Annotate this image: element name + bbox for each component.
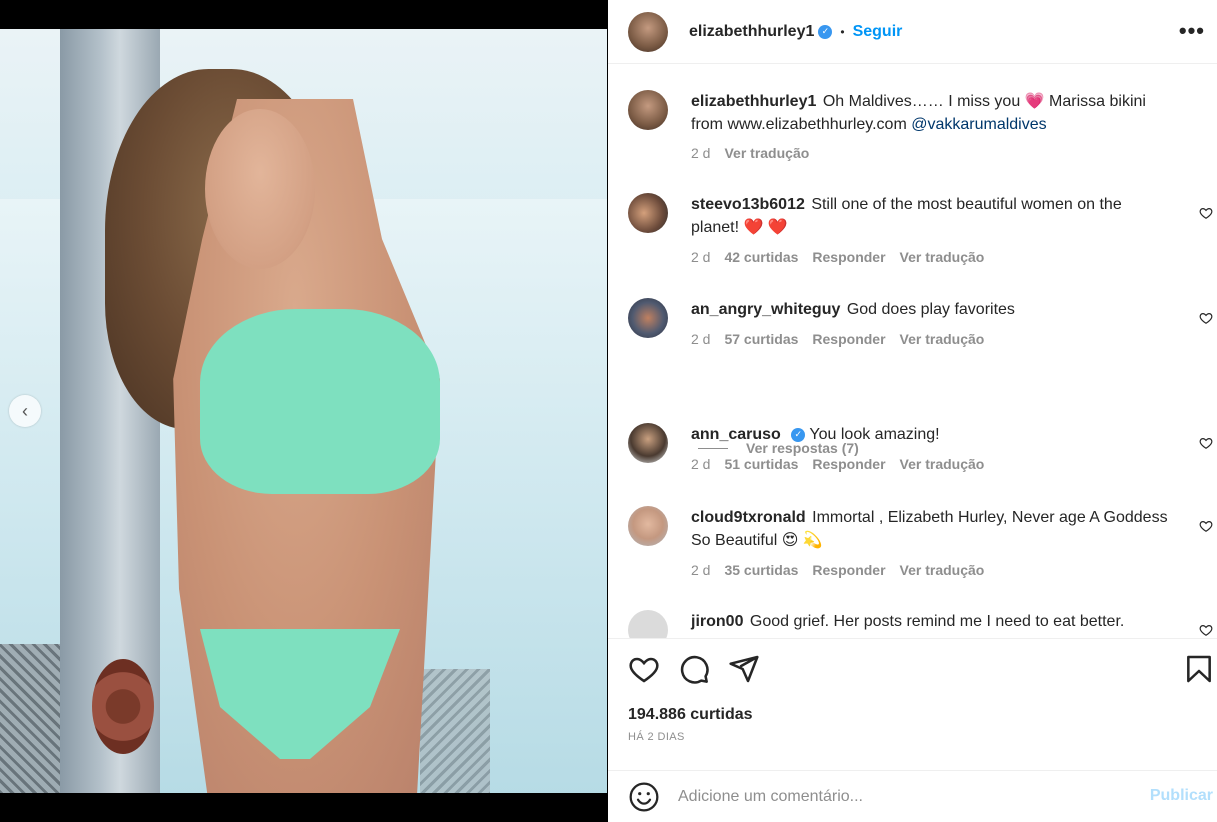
comment-avatar[interactable]: [628, 610, 668, 638]
comment-heart-icon[interactable]: [1199, 436, 1213, 450]
media-panel: ‹: [0, 0, 607, 822]
author-username[interactable]: elizabethhurley1: [689, 23, 814, 41]
comment-emoji: 😍 💫: [781, 532, 823, 549]
follow-button[interactable]: Seguir: [853, 23, 903, 41]
photo-face: [205, 109, 315, 269]
translate-link[interactable]: Ver tradução: [900, 562, 985, 578]
comment-username[interactable]: cloud9txronald: [691, 509, 806, 526]
comment-heart-icon[interactable]: [1199, 206, 1213, 220]
action-bar: [608, 638, 1217, 698]
photo-deck-right: [420, 669, 490, 793]
translate-link[interactable]: Ver tradução: [900, 456, 985, 472]
comment-heart-icon[interactable]: [1199, 623, 1213, 637]
comment-input[interactable]: [678, 785, 1118, 809]
comment-composer: Publicar: [608, 770, 1217, 822]
comment-text: You look amazing!: [809, 426, 940, 443]
comment-body: ann_caruso ✓ You look amazing!: [691, 423, 1171, 446]
caption-translate-link[interactable]: Ver tradução: [724, 145, 809, 161]
comment-time: 2 d: [691, 456, 711, 472]
translate-link[interactable]: Ver tradução: [900, 331, 985, 347]
reply-button[interactable]: Responder: [812, 562, 885, 578]
comment-heart-icon[interactable]: [1199, 311, 1213, 325]
post-header: elizabethhurley1 ✓ • Seguir •••: [608, 0, 1217, 64]
comment-likes[interactable]: 51 curtidas: [724, 456, 798, 472]
comment-username[interactable]: an_angry_whiteguy: [691, 301, 840, 318]
reply-button[interactable]: Responder: [812, 456, 885, 472]
comment-username[interactable]: steevo13b6012: [691, 196, 805, 213]
translate-link[interactable]: Ver tradução: [900, 249, 985, 265]
caption-heart-emoji: 💗: [1024, 93, 1045, 110]
comment-username[interactable]: ann_caruso: [691, 426, 781, 443]
comment-likes[interactable]: 57 curtidas: [724, 331, 798, 347]
author-avatar[interactable]: [628, 11, 668, 52]
comment-meta: 2 d 57 curtidas Responder Ver tradução: [691, 331, 998, 347]
comment-text: Good grief. Her posts remind me I need t…: [749, 613, 1125, 630]
caption-meta: 2 d Ver tradução: [691, 145, 823, 161]
caption-avatar[interactable]: [628, 90, 668, 130]
heart-icon[interactable]: [628, 653, 660, 685]
share-icon[interactable]: [728, 653, 760, 685]
chevron-left-icon: ‹: [22, 400, 28, 421]
comment-time: 2 d: [691, 562, 711, 578]
instagram-post-modal: ‹ elizabethhurley1 ✓ • Seguir ••• elizab…: [0, 0, 1217, 822]
comment-icon[interactable]: [678, 653, 710, 685]
comment-meta: 2 d 51 curtidas Responder Ver tradução: [691, 456, 998, 472]
comment-meta: 2 d 35 curtidas Responder Ver tradução: [691, 562, 998, 578]
header-separator: •: [840, 24, 845, 39]
comment-meta: 2 d 42 curtidas Responder Ver tradução: [691, 249, 998, 265]
comment-time: 2 d: [691, 249, 711, 265]
post-side-panel: elizabethhurley1 ✓ • Seguir ••• elizabet…: [608, 0, 1217, 822]
reply-button[interactable]: Responder: [812, 331, 885, 347]
comment-body: steevo13b6012 Still one of the most beau…: [691, 193, 1171, 239]
comment-likes[interactable]: 35 curtidas: [724, 562, 798, 578]
caption-body: elizabethhurley1 Oh Maldives…… I miss yo…: [691, 90, 1171, 136]
comment-avatar[interactable]: [628, 506, 668, 546]
comment-emoji: ❤️ ❤️: [743, 219, 788, 236]
caption-mention[interactable]: @vakkarumaldives: [911, 116, 1046, 133]
verified-icon: ✓: [818, 24, 833, 39]
previous-photo-button[interactable]: ‹: [9, 395, 41, 427]
publish-button[interactable]: Publicar: [1150, 787, 1213, 805]
replies-line: [698, 447, 728, 449]
likes-count[interactable]: 194.886 curtidas: [628, 706, 753, 724]
comment-likes[interactable]: 42 curtidas: [724, 249, 798, 265]
photo-bikini-top: [200, 309, 440, 494]
photo-rope: [92, 659, 154, 754]
comment-username[interactable]: jiron00: [691, 613, 743, 630]
more-icon[interactable]: •••: [1179, 20, 1205, 42]
emoji-icon[interactable]: [628, 781, 660, 813]
comment-heart-icon[interactable]: [1199, 519, 1213, 533]
comment-body: an_angry_whiteguy God does play favorite…: [691, 298, 1171, 321]
caption-text: Oh Maldives…… I miss you: [822, 93, 1021, 110]
reply-button[interactable]: Responder: [812, 249, 885, 265]
bookmark-icon[interactable]: [1183, 653, 1215, 685]
comment-avatar[interactable]: [628, 298, 668, 338]
post-age: HÁ 2 DIAS: [628, 731, 685, 743]
comments-list[interactable]: elizabethhurley1 Oh Maldives…… I miss yo…: [608, 64, 1217, 638]
comment-avatar[interactable]: [628, 423, 668, 463]
comment-body: cloud9txronald Immortal , Elizabeth Hurl…: [691, 506, 1171, 552]
post-photo: [0, 29, 607, 793]
comment-time: 2 d: [691, 331, 711, 347]
comment-avatar[interactable]: [628, 193, 668, 233]
caption-time: 2 d: [691, 145, 711, 161]
comment-body: jiron00 Good grief. Her posts remind me …: [691, 610, 1171, 633]
comment-text: God does play favorites: [846, 301, 1015, 318]
verified-icon: ✓: [791, 427, 806, 442]
caption-username[interactable]: elizabethhurley1: [691, 93, 816, 110]
